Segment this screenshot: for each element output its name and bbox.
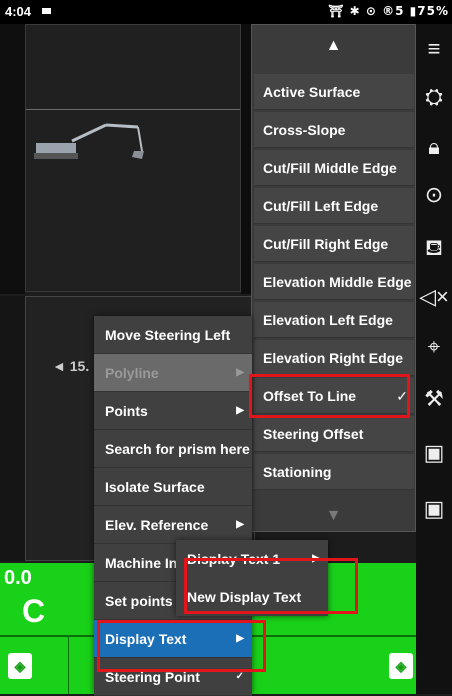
- separator-vertical: [68, 637, 69, 694]
- menu-item-label: Cross-Slope: [263, 122, 346, 138]
- menu-item-stationing[interactable]: Stationing: [254, 454, 414, 490]
- menu-item-active-surface[interactable]: Active Surface: [254, 74, 414, 110]
- menu-item-polyline[interactable]: Polyline ▶: [94, 354, 252, 392]
- menu-item-label: Stationing: [263, 464, 332, 480]
- view-divider: [241, 24, 251, 294]
- map-pin-icon[interactable]: ⌖: [416, 328, 452, 366]
- menu-item-label: Polyline: [105, 365, 159, 381]
- menu-item-steering-offset[interactable]: Steering Offset: [254, 416, 414, 452]
- menu-item-label: Elevation Right Edge: [263, 350, 404, 366]
- menu-item-move-steering-left[interactable]: Move Steering Left: [94, 316, 252, 354]
- left-gutter: [0, 24, 25, 294]
- menu-item-label: Move Steering Left: [105, 327, 231, 343]
- menu-item-cutfill-left[interactable]: Cut/Fill Left Edge: [254, 188, 414, 224]
- menu-item-cross-slope[interactable]: Cross-Slope: [254, 112, 414, 148]
- station-label: ◄ 15.: [52, 358, 90, 374]
- offset-value: C: [22, 593, 46, 629]
- menu-item-label: Elev. Reference: [105, 517, 209, 533]
- gps-right-icon[interactable]: ◈: [389, 653, 413, 679]
- menu-item-elev-reference[interactable]: Elev. Reference ▶: [94, 506, 252, 544]
- chevron-right-icon: ▶: [236, 519, 244, 530]
- annotation-box-offset-to-line: [249, 374, 410, 418]
- chevron-right-icon: ▶: [236, 405, 244, 416]
- bucket-icon[interactable]: ⛾: [416, 230, 452, 268]
- menu-item-points[interactable]: Points ▶: [94, 392, 252, 430]
- design-line: [26, 109, 240, 110]
- surface-icon[interactable]: ⛭: [416, 78, 452, 116]
- menu-item-isolate-surface[interactable]: Isolate Surface: [94, 468, 252, 506]
- gps-icon[interactable]: ▣: [416, 434, 452, 472]
- camera-icon: [42, 8, 51, 14]
- display-text-options-menu: ▲ Active Surface Cross-Slope Cut/Fill Mi…: [251, 24, 416, 532]
- menu-item-label: Elevation Left Edge: [263, 312, 393, 328]
- menu-item-label: Isolate Surface: [105, 479, 205, 495]
- menu-item-label: Cut/Fill Left Edge: [263, 198, 379, 214]
- scroll-up-icon[interactable]: ▲: [252, 25, 415, 67]
- menu-item-label: Set points: [105, 593, 173, 609]
- menu-item-label: Elevation Middle Edge: [263, 274, 412, 290]
- menu-item-search-prism[interactable]: Search for prism here: [94, 430, 252, 468]
- right-toolbar: ≡ ⛭ 🔒︎ ⊙ ⛾ ◁× ⌖ ⚒ ▣ ▣: [416, 24, 452, 694]
- menu-item-label: Search for prism here: [105, 441, 250, 457]
- chevron-right-icon: ▶: [236, 367, 244, 378]
- excavator-icon[interactable]: ⚒: [416, 380, 452, 418]
- menu-item-cutfill-right[interactable]: Cut/Fill Right Edge: [254, 226, 414, 262]
- mute-icon[interactable]: ◁×: [416, 278, 452, 316]
- status-time: 4:04: [5, 4, 32, 19]
- menu-icon[interactable]: ≡: [416, 30, 452, 68]
- cut-fill-value: 0.0: [4, 567, 32, 589]
- next-icon[interactable]: ⊙: [416, 176, 452, 214]
- left-gutter-lower: [0, 296, 25, 561]
- menu-item-elev-right[interactable]: Elevation Right Edge: [254, 340, 414, 376]
- menu-item-label: Active Surface: [263, 84, 361, 100]
- menu-item-elev-middle[interactable]: Elevation Middle Edge: [254, 264, 414, 300]
- status-indicators: ⛩ ✱ ⊙ ®5 ▮75%: [328, 4, 449, 18]
- annotation-box-new-display-text: [184, 558, 358, 614]
- status-bar: 4:04 ⛩ ✱ ⊙ ®5 ▮75%: [0, 0, 452, 24]
- menu-item-cutfill-middle[interactable]: Cut/Fill Middle Edge: [254, 150, 414, 186]
- gps-up-icon[interactable]: ▣: [416, 490, 452, 528]
- menu-item-label: Machine In: [105, 555, 178, 571]
- menu-item-label: Points: [105, 403, 148, 419]
- plan-view[interactable]: [25, 24, 241, 292]
- lock-rotate-icon[interactable]: 🔒︎: [416, 128, 452, 166]
- annotation-box-display-text: [97, 620, 266, 672]
- gps-left-icon[interactable]: ◈: [8, 653, 32, 679]
- menu-item-elev-left[interactable]: Elevation Left Edge: [254, 302, 414, 338]
- menu-item-label: Cut/Fill Middle Edge: [263, 160, 397, 176]
- menu-item-label: Cut/Fill Right Edge: [263, 236, 389, 252]
- scroll-down-icon[interactable]: ▼: [252, 499, 415, 533]
- menu-item-label: Steering Offset: [263, 426, 364, 442]
- excavator-model-icon: [34, 123, 144, 159]
